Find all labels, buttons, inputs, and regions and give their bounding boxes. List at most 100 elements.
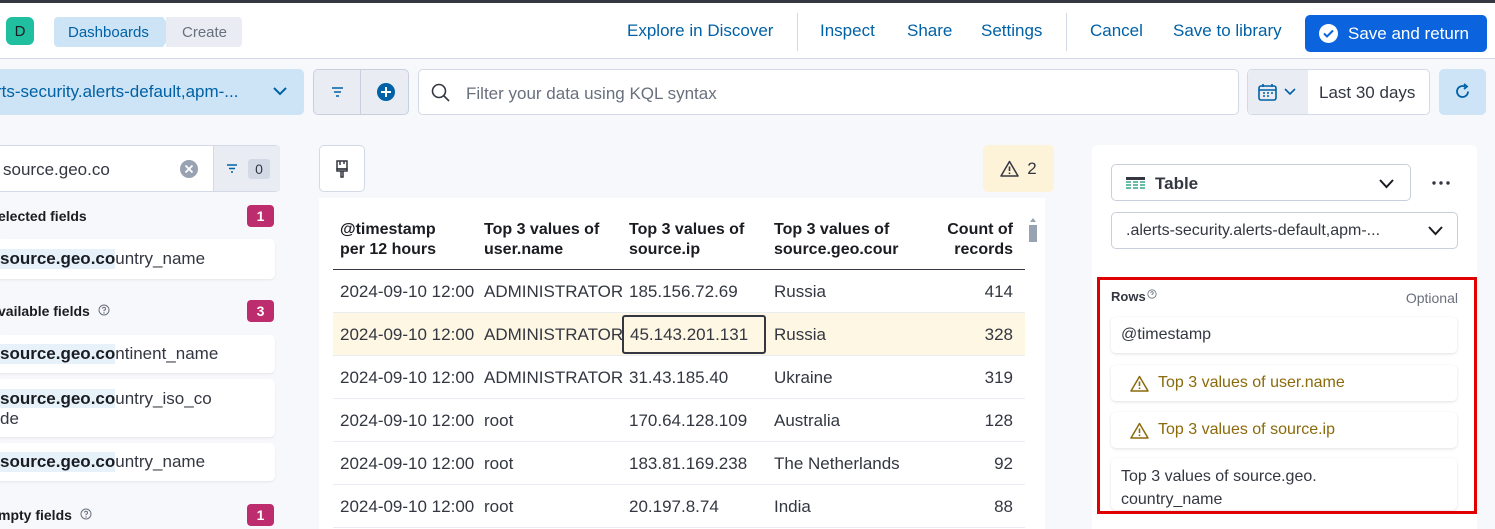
clear-icon[interactable]: [180, 160, 198, 178]
table-cell[interactable]: Ukraine: [774, 368, 904, 388]
refresh-button[interactable]: [1439, 69, 1486, 115]
quick-menu-button[interactable]: [1248, 70, 1308, 114]
warning-icon: [1000, 160, 1020, 177]
help-icon: [98, 304, 110, 316]
explore-in-discover-link[interactable]: Explore in Discover: [627, 21, 773, 41]
kql-search-input[interactable]: Filter your data using KQL syntax: [418, 69, 1239, 115]
table-cell[interactable]: 31.43.185.40: [629, 368, 769, 388]
chart-type-selector[interactable]: Table: [1111, 164, 1411, 201]
field-match-text: source.geo.co: [0, 249, 116, 269]
table-cell[interactable]: ADMINISTRATOR: [484, 368, 624, 388]
field-item-source-geo-country-name[interactable]: source.geo.co untry_name: [0, 239, 275, 279]
column-header-source-ip[interactable]: Top 3 values of source.ip: [629, 220, 744, 260]
empty-fields-heading[interactable]: mpty fields: [0, 507, 92, 523]
table-cell[interactable]: root: [484, 454, 624, 474]
column-header-user-name[interactable]: Top 3 values of user.name: [484, 220, 599, 260]
table-icon: [1126, 177, 1145, 189]
data-view-selector[interactable]: rts-security.alerts-default,apm-...: [0, 69, 304, 115]
table-cell[interactable]: Russia: [774, 325, 904, 345]
date-range-label[interactable]: Last 30 days: [1319, 83, 1415, 103]
table-row: 2024-09-10 12:00 root 20.197.8.74 India 88: [333, 485, 1025, 528]
save-to-library-link[interactable]: Save to library: [1173, 21, 1282, 41]
table-cell[interactable]: 183.81.169.238: [629, 454, 769, 474]
table-cell[interactable]: ADMINISTRATOR: [484, 282, 624, 302]
header-line: source.geo.cour: [774, 241, 899, 258]
warnings-count: 2: [1027, 158, 1037, 178]
table-cell[interactable]: Australia: [774, 411, 904, 431]
table-cell[interactable]: 2024-09-10 12:00: [340, 325, 480, 345]
filter-icon: [227, 164, 237, 173]
settings-link[interactable]: Settings: [981, 21, 1042, 41]
table-cell-count[interactable]: 88: [994, 497, 1013, 517]
column-header-count[interactable]: Count of records: [947, 220, 1013, 260]
table-scrollbar[interactable]: [1028, 216, 1038, 526]
empty-fields-label: mpty fields: [0, 507, 72, 523]
search-placeholder: Filter your data using KQL syntax: [466, 84, 717, 103]
selected-fields-count: 1: [247, 205, 274, 227]
layer-data-view-selector[interactable]: .alerts-security.alerts-default,apm-...: [1111, 212, 1458, 249]
selected-fields-heading[interactable]: elected fields: [0, 208, 87, 224]
table-cell-count[interactable]: 128: [985, 411, 1013, 431]
toolbar-brush-button[interactable]: [319, 145, 365, 192]
table-cell[interactable]: 2024-09-10 12:00: [340, 282, 480, 302]
table-cell-count[interactable]: 92: [994, 454, 1013, 474]
field-item-source-geo-continent-name[interactable]: source.geo.co ntinent_name: [0, 335, 275, 373]
cancel-link[interactable]: Cancel: [1090, 21, 1143, 41]
filter-icon: [332, 87, 343, 97]
chevron-down-icon: [1379, 179, 1394, 189]
inspect-link[interactable]: Inspect: [820, 21, 875, 41]
available-fields-label: vailable fields: [0, 303, 90, 319]
field-item-source-geo-country-name-available[interactable]: source.geo.co untry_name: [0, 443, 275, 481]
field-rest-text: untry_name: [115, 249, 206, 268]
space-avatar[interactable]: D: [6, 17, 34, 45]
table-cell-count[interactable]: 319: [985, 368, 1013, 388]
table-row: 2024-09-10 12:00 ADMINISTRATOR 31.43.185.4…: [333, 356, 1025, 399]
table-cell-count[interactable]: 328: [985, 325, 1013, 345]
table-cell[interactable]: 2024-09-10 12:00: [340, 497, 480, 517]
column-header-timestamp[interactable]: @timestamp per 12 hours: [340, 220, 436, 260]
highlight-annotation-box: [1097, 277, 1477, 514]
filter-menu-button[interactable]: [314, 70, 361, 114]
table-cell[interactable]: 2024-09-10 12:00: [340, 454, 480, 474]
data-view-label: rts-security.alerts-default,apm-...: [0, 82, 239, 101]
table-cell[interactable]: 170.64.128.109: [629, 411, 769, 431]
table-cell[interactable]: ADMINISTRATOR: [484, 325, 624, 345]
table-cell[interactable]: 185.156.72.69: [629, 282, 769, 302]
table-cell[interactable]: The Netherlands: [774, 454, 904, 474]
field-item-source-geo-country-iso-code[interactable]: source.geo.country_iso_co de: [0, 379, 275, 437]
more-options-button[interactable]: [1429, 170, 1453, 194]
field-search-input[interactable]: source.geo.co 0: [0, 145, 280, 192]
table-row: 2024-09-10 12:00 ADMINISTRATOR 45.143.201.…: [333, 313, 1025, 356]
field-filter-button[interactable]: 0: [213, 146, 280, 191]
table-row: 2024-09-10 12:00 ADMINISTRATOR 185.156.72.…: [333, 270, 1025, 313]
table-cell[interactable]: root: [484, 411, 624, 431]
table-cell[interactable]: India: [774, 497, 904, 517]
table-cell[interactable]: Russia: [774, 282, 904, 302]
available-fields-heading[interactable]: vailable fields: [0, 303, 110, 319]
share-link[interactable]: Share: [907, 21, 952, 41]
table-cell[interactable]: root: [484, 497, 624, 517]
layer-data-view-label: .alerts-security.alerts-default,apm-...: [1126, 222, 1381, 239]
table-cell[interactable]: 2024-09-10 12:00: [340, 411, 480, 431]
available-fields-count: 3: [247, 300, 274, 322]
table-cell[interactable]: 45.143.201.131: [622, 315, 766, 354]
add-filter-button[interactable]: [362, 70, 409, 114]
date-picker: Last 30 days: [1247, 69, 1430, 115]
breadcrumb-dashboards[interactable]: Dashboards: [54, 17, 173, 47]
table-header: @timestamp per 12 hours Top 3 values of us…: [333, 212, 1025, 270]
header-line: source.ip: [629, 241, 701, 258]
header-line: Count of: [947, 221, 1013, 238]
field-rest-text: untry_name: [115, 452, 206, 471]
warnings-button[interactable]: 2: [983, 145, 1054, 192]
breadcrumb-create: Create: [166, 17, 242, 47]
table-cell-count[interactable]: 414: [985, 282, 1013, 302]
field-search-value: source.geo.co: [3, 160, 110, 179]
refresh-icon: [1456, 83, 1469, 98]
scrollbar-thumb[interactable]: [1029, 225, 1037, 242]
table-row: 2024-09-10 12:00 root 170.64.128.109 Austra…: [333, 399, 1025, 442]
column-header-source-geo-country[interactable]: Top 3 values of source.geo.cour: [774, 220, 902, 260]
app-header: D Dashboards Create Explore in Discover …: [0, 3, 1495, 59]
table-cell[interactable]: 20.197.8.74: [629, 497, 769, 517]
table-cell[interactable]: 2024-09-10 12:00: [340, 368, 480, 388]
save-and-return-button[interactable]: Save and return: [1305, 15, 1487, 52]
